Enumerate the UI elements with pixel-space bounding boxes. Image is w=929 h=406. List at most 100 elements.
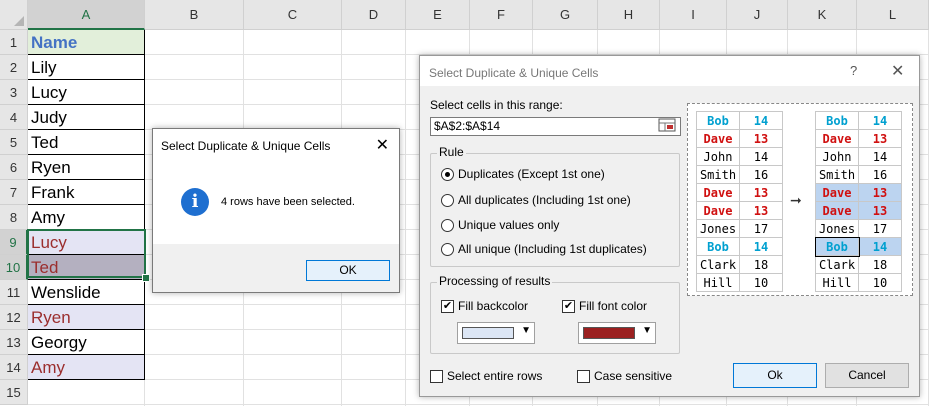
cell[interactable]: Name <box>28 30 145 55</box>
column-header[interactable]: E <box>406 0 470 30</box>
preview-row: Jones 17 <box>815 219 902 238</box>
case-sensitive-label: Case sensitive <box>594 369 673 383</box>
preview-value-cell: 10 <box>858 273 902 292</box>
radio-all-duplicates[interactable] <box>441 194 454 207</box>
column-header[interactable]: I <box>660 0 727 30</box>
column-header[interactable]: G <box>533 0 598 30</box>
gridline <box>28 404 929 405</box>
row-header[interactable]: 12 <box>0 305 28 330</box>
preview-value-cell: 13 <box>858 183 902 202</box>
column-header[interactable]: C <box>244 0 342 30</box>
preview-value-cell: 13 <box>739 201 783 220</box>
cancel-button[interactable]: Cancel <box>825 363 909 388</box>
row-header[interactable]: 11 <box>0 280 28 305</box>
fontcolor-dropdown[interactable]: ▼ <box>578 322 656 344</box>
cell[interactable]: Lucy <box>28 80 145 105</box>
preview-name-cell: Clark <box>815 255 859 274</box>
preview-value-cell: 14 <box>739 147 783 166</box>
radio-all-unique[interactable] <box>441 243 454 256</box>
cell[interactable]: Frank <box>28 180 145 205</box>
backcolor-dropdown[interactable]: ▼ <box>457 322 535 344</box>
preview-name-cell: Dave <box>696 201 740 220</box>
select-entire-rows-checkbox[interactable] <box>430 370 443 383</box>
row-header[interactable]: 2 <box>0 55 28 80</box>
row-header[interactable]: 9 <box>0 230 28 255</box>
active-cell-border <box>27 229 146 278</box>
close-icon[interactable]: ✕ <box>891 61 904 81</box>
dialog-titlebar: Select Duplicate & Unique Cells ? ✕ <box>420 56 919 86</box>
row-header[interactable]: 15 <box>0 380 28 405</box>
column-header[interactable]: H <box>598 0 660 30</box>
preview-value-cell: 17 <box>858 219 902 238</box>
preview-value-cell: 13 <box>858 201 902 220</box>
row-header[interactable]: 4 <box>0 105 28 130</box>
column-header[interactable]: A <box>28 0 145 30</box>
preview-name-cell: Smith <box>696 165 740 184</box>
preview-row: Dave 13 <box>815 201 902 220</box>
cell[interactable]: Georgy <box>28 330 145 355</box>
preview-value-cell: 14 <box>858 111 902 130</box>
cell[interactable]: Lily <box>28 55 145 80</box>
preview-value-cell: 18 <box>858 255 902 274</box>
cell[interactable]: Ryen <box>28 155 145 180</box>
cell[interactable]: Amy <box>28 205 145 230</box>
select-entire-rows-label: Select entire rows <box>447 369 543 383</box>
radio-unique-only[interactable] <box>441 219 454 232</box>
close-icon[interactable]: ✕ <box>376 135 389 155</box>
arrow-right-icon: ➞ <box>790 192 802 208</box>
row-header[interactable]: 5 <box>0 130 28 155</box>
radio-duplicates-except-first[interactable] <box>441 168 454 181</box>
select-all-corner[interactable] <box>0 0 28 30</box>
preview-row: Dave 13 <box>696 201 783 220</box>
column-header[interactable]: L <box>857 0 929 30</box>
preview-row: Dave 13 <box>815 129 902 148</box>
ok-button[interactable]: Ok <box>733 363 817 388</box>
preview-name-cell: Jones <box>696 219 740 238</box>
preview-name-cell: Dave <box>815 129 859 148</box>
preview-row: Jones 17 <box>696 219 783 238</box>
column-header[interactable]: D <box>342 0 406 30</box>
range-input[interactable]: $A$2:$A$14 <box>430 117 681 136</box>
row-header[interactable]: 1 <box>0 30 28 55</box>
preview-value-cell: 14 <box>739 237 783 256</box>
row-header[interactable]: 3 <box>0 80 28 105</box>
column-header[interactable]: F <box>470 0 533 30</box>
preview-after-table: Bob 14 Dave 13 John 14 Smith 16 Dave 13 Dave 13 Jone… <box>814 111 902 292</box>
info-message: 4 rows have been selected. <box>221 196 355 208</box>
preview-value-cell: 13 <box>858 129 902 148</box>
column-header[interactable]: B <box>145 0 244 30</box>
cell[interactable]: Ted <box>28 130 145 155</box>
fill-handle[interactable] <box>142 274 150 282</box>
column-header[interactable]: K <box>788 0 857 30</box>
column-header[interactable]: J <box>727 0 788 30</box>
preview-name-cell: John <box>815 147 859 166</box>
range-label: Select cells in this range: <box>430 98 563 112</box>
row-header[interactable]: 13 <box>0 330 28 355</box>
row-header[interactable]: 7 <box>0 180 28 205</box>
row-header[interactable]: 10 <box>0 255 28 280</box>
preview-name-cell: Bob <box>815 111 859 130</box>
preview-name-cell: Dave <box>696 129 740 148</box>
fill-fontcolor-checkbox[interactable]: ✔ <box>562 300 575 313</box>
gridline <box>405 30 406 406</box>
info-dialog-title: Select Duplicate & Unique Cells <box>161 139 331 153</box>
preview-name-cell: Clark <box>696 255 740 274</box>
cell[interactable]: Wenslide <box>28 280 145 305</box>
preview-row: Dave 13 <box>696 129 783 148</box>
cell[interactable]: Amy <box>28 355 145 380</box>
cell[interactable]: Ryen <box>28 305 145 330</box>
preview-row: Bob 14 <box>696 111 783 130</box>
rule-group-title: Rule <box>437 145 466 159</box>
fill-backcolor-label: Fill backcolor <box>458 299 529 313</box>
fill-backcolor-checkbox[interactable]: ✔ <box>441 300 454 313</box>
info-ok-button[interactable]: OK <box>306 260 390 281</box>
range-select-icon[interactable] <box>656 118 678 134</box>
row-header[interactable]: 8 <box>0 205 28 230</box>
row-header[interactable]: 6 <box>0 155 28 180</box>
preview-value-cell: 16 <box>739 165 783 184</box>
help-icon[interactable]: ? <box>850 63 857 78</box>
row-header[interactable]: 14 <box>0 355 28 380</box>
cell[interactable]: Judy <box>28 105 145 130</box>
chevron-down-icon: ▼ <box>521 325 531 336</box>
case-sensitive-checkbox[interactable] <box>577 370 590 383</box>
